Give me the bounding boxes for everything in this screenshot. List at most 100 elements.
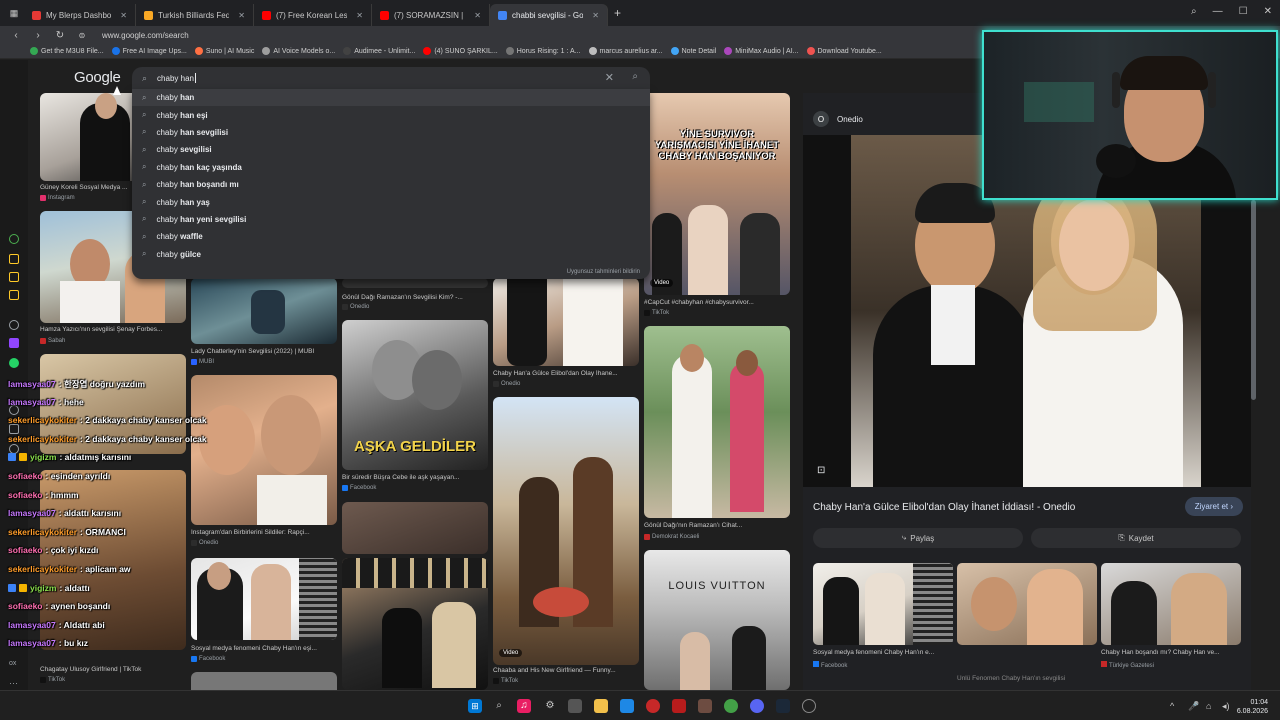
tab-search-icon[interactable]: ▦ [4, 3, 24, 23]
steam-icon[interactable] [776, 699, 790, 713]
image-caption[interactable]: Hamza Yazıcı'nın sevgilisi Şenay Forbes.… [40, 326, 186, 333]
taskbar-search-icon[interactable]: ⌕ [492, 699, 506, 713]
image-result[interactable] [342, 558, 488, 690]
image-caption[interactable]: Gönül Dağı'nın Ramazan'ı Cihat... [644, 522, 790, 529]
bookmark-item[interactable]: marcus aurelius ar... [588, 47, 663, 55]
site-info-icon[interactable]: ⊜ [76, 31, 88, 40]
autocomplete-suggestion[interactable]: ⌕ chaby han boşandı mı [132, 176, 650, 193]
browser-tab[interactable]: (7) Free Korean Lesson for ✕ [254, 4, 372, 26]
autocomplete-suggestion[interactable]: ⌕ chaby han eşi [132, 106, 650, 123]
search-box[interactable]: ⌕ chaby han ✕ ⌕ [132, 67, 650, 89]
autocomplete-suggestion[interactable]: ⌕ chaby han [132, 89, 650, 107]
music-app-icon[interactable]: ♫ [517, 699, 531, 713]
image-result[interactable] [342, 502, 488, 554]
image-result[interactable]: Video [493, 397, 639, 665]
image-caption[interactable]: Instagram'dan Birbirlerini Sildiler: Rap… [191, 529, 337, 536]
settings-icon[interactable]: ⚙ [543, 699, 557, 713]
app-icon[interactable] [698, 699, 712, 713]
related-caption[interactable]: Ünlü Fenomen Chaby Han'ın sevgilisi [957, 675, 1097, 682]
preview-title[interactable]: Chaby Han'a Gülce Elibol'dan Olay İhanet… [813, 502, 1075, 513]
scrollbar[interactable] [1251, 200, 1256, 400]
close-tab-icon[interactable]: ✕ [238, 11, 245, 20]
reload-icon[interactable]: ↻ [54, 30, 66, 41]
browser-tab[interactable]: Turkish Billiards Federation ✕ [136, 4, 254, 26]
image-caption[interactable]: Chaby Han'a Gülce Elibol'dan Olay İhane.… [493, 370, 639, 377]
visit-button[interactable]: Ziyaret et › [1184, 497, 1243, 516]
image-result[interactable] [191, 278, 337, 344]
image-caption[interactable]: Bir süredir Büşra Cebe ile aşk yaşayan..… [342, 474, 488, 481]
image-result[interactable] [191, 672, 337, 690]
back-icon[interactable]: ‹ [10, 30, 22, 41]
app-icon[interactable] [724, 699, 738, 713]
bookmark-item[interactable]: Suno | AI Music [194, 47, 254, 55]
sidebar-app-icon[interactable] [9, 424, 19, 434]
bookmark-item[interactable]: MiniMax Audio | AI... [724, 47, 799, 55]
image-result[interactable] [493, 278, 639, 366]
google-logo[interactable]: Google [74, 69, 121, 86]
twitch-icon[interactable] [9, 338, 19, 348]
image-result[interactable]: AŞKA GELDİLER [342, 320, 488, 470]
close-tab-icon[interactable]: ✕ [592, 11, 599, 20]
related-caption[interactable]: Sosyal medya fenomeni Chaby Han'ın e... [813, 649, 953, 656]
sidebar-refresh-icon[interactable] [9, 234, 19, 244]
image-caption[interactable]: Gönül Dağı Ramazan'ın Sevgilisi Kim? -..… [342, 294, 488, 301]
discord-icon[interactable] [750, 699, 764, 713]
url-field[interactable]: www.google.com/search [102, 31, 189, 40]
app-icon[interactable] [568, 699, 582, 713]
image-caption[interactable]: Sosyal medya fenomeni Chaby Han'ın eşi..… [191, 645, 337, 652]
lens-icon[interactable]: ⊡ [817, 465, 825, 476]
autocomplete-suggestion[interactable]: ⌕ chaby waffle [132, 228, 650, 245]
file-explorer-icon[interactable] [594, 699, 608, 713]
image-caption[interactable]: #CapCut #chabyhan #chabysurvivor... [644, 299, 790, 306]
bookmark-item[interactable]: Get the M3U8 File... [30, 47, 104, 55]
autocomplete-suggestion[interactable]: ⌕ chaby han yaş [132, 193, 650, 210]
related-image[interactable] [1101, 563, 1241, 645]
bookmark-item[interactable]: (4) SUNO ŞARKIL... [423, 47, 498, 55]
browser-tab[interactable]: My Blerps Dashboard ✕ [24, 4, 136, 26]
app-icon[interactable] [802, 699, 816, 713]
autocomplete-suggestion[interactable]: ⌕ chaby han kaç yaşında [132, 159, 650, 176]
new-tab-button[interactable]: + [614, 6, 621, 20]
windows-start-icon[interactable]: ⊞ [468, 699, 482, 713]
sidebar-more-icon[interactable]: ··· [9, 678, 18, 688]
browser-tab[interactable]: chabbi sevgilisi - Google G ✕ [490, 4, 608, 26]
bookmark-item[interactable]: Audimee - Unlimit... [343, 47, 415, 55]
search-input[interactable]: chaby han [157, 74, 194, 83]
preview-source[interactable]: O Onedio [813, 111, 863, 127]
close-tab-icon[interactable]: ✕ [356, 11, 363, 20]
image-caption[interactable]: Chaaba and His New Girlfriend — Funny... [493, 667, 639, 674]
sidebar-app-icon[interactable] [9, 272, 19, 282]
report-predictions-link[interactable]: Uygunsuz tahminleri bildirin [567, 269, 640, 275]
image-result[interactable] [342, 278, 488, 288]
related-image[interactable] [957, 563, 1097, 645]
opera-icon[interactable] [646, 699, 660, 713]
image-result[interactable]: YİNE SURVIVOR YARIŞMACISI YİNE İHANET CH… [644, 93, 790, 295]
sidebar-app-icon[interactable] [9, 254, 19, 264]
bookmark-item[interactable]: Horus Rising: 1 : A... [505, 47, 581, 55]
browser-tab[interactable]: (7) SORAMAZSIN | Koreli S ✕ [372, 4, 490, 26]
bookmark-item[interactable]: Download Youtube... [806, 47, 882, 55]
related-caption[interactable]: Chaby Han boşandı mı? Chaby Han ve... [1101, 649, 1241, 656]
minimize-icon[interactable]: — [1213, 6, 1223, 17]
image-caption[interactable]: Chagatay Ulusoy Girlfriend | TikTok [40, 666, 186, 673]
close-tab-icon[interactable]: ✕ [474, 11, 481, 20]
bookmark-item[interactable]: AI Voice Models o... [262, 47, 335, 55]
network-icon[interactable]: ⌂ [1206, 701, 1211, 711]
close-window-icon[interactable]: ✕ [1264, 6, 1272, 17]
maximize-icon[interactable]: ☐ [1239, 6, 1248, 17]
clock[interactable]: 01:04 6.08.2026 [1237, 698, 1268, 716]
autocomplete-suggestion[interactable]: ⌕ chaby gülce [132, 246, 650, 263]
bookmark-item[interactable]: Note Detail [670, 47, 716, 55]
image-result[interactable]: LOUIS VUITTON [644, 550, 790, 690]
app-icon[interactable] [672, 699, 686, 713]
close-tab-icon[interactable]: ✕ [120, 11, 127, 20]
sidebar-settings-icon[interactable] [9, 320, 19, 330]
clear-icon[interactable]: ✕ [605, 71, 614, 84]
mic-icon[interactable]: 🎤 [1188, 701, 1199, 712]
volume-icon[interactable]: ◂) [1222, 701, 1230, 712]
image-result[interactable] [644, 326, 790, 518]
save-button[interactable]: ⎘ Kaydet [1031, 528, 1241, 548]
autocomplete-suggestion[interactable]: ⌕ chaby han sevgilisi [132, 124, 650, 141]
image-caption[interactable]: Lady Chatterley'nin Sevgilisi (2022) | M… [191, 348, 337, 355]
related-image[interactable] [813, 563, 953, 645]
